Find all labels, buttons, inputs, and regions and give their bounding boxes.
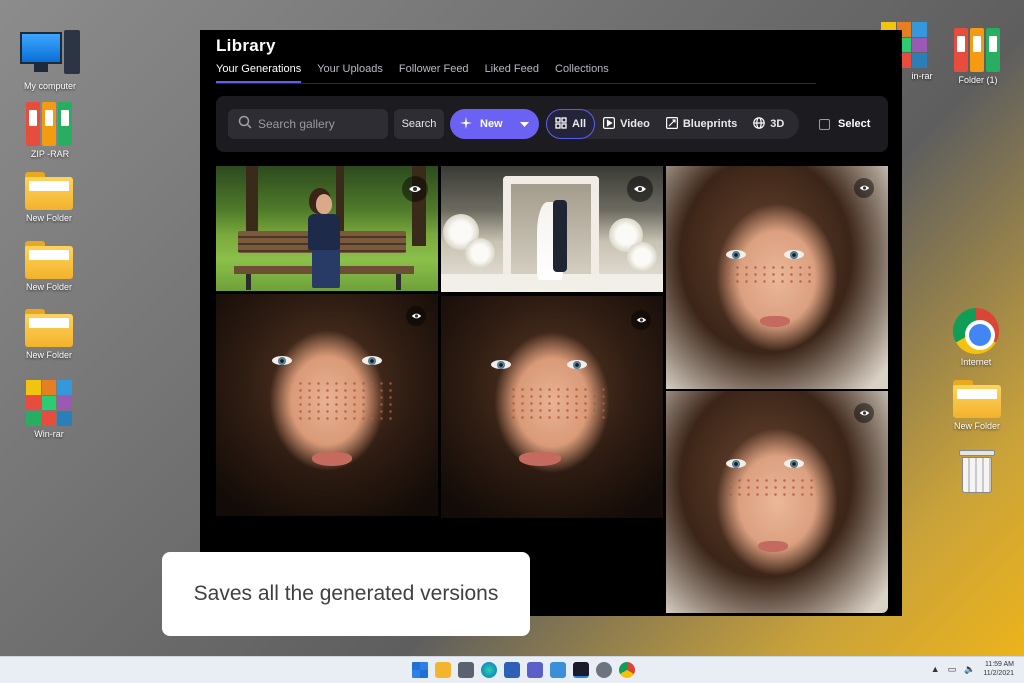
clock[interactable]: 11:59 AM 11/2/2021 [983,660,1014,678]
desktop-icon-new-folder-right[interactable]: New Folder [941,380,1013,431]
filter-video-label: Video [620,118,650,130]
desktop-icon-label: New Folder [25,350,72,360]
tabs-divider [216,83,816,84]
filter-3d-label: 3D [770,118,785,130]
taskbar: ▲ ▭ 🔈 11:59 AM 11/2/2021 [0,656,1024,683]
page-title: Library [216,36,276,55]
winrar-icon [26,380,72,426]
eye-icon[interactable] [631,310,651,330]
desktop-icon-zip-rar[interactable]: ZIP -RAR [14,102,86,159]
edge-icon[interactable] [481,662,497,678]
library-app-icon[interactable] [573,662,589,678]
eye-icon[interactable] [627,176,653,202]
eye-icon[interactable] [854,403,874,423]
volume-icon[interactable]: 🔈 [964,664,975,675]
eye-icon[interactable] [406,306,426,326]
library-tabs: Your Generations Your Uploads Follower F… [216,63,609,83]
tab-your-uploads[interactable]: Your Uploads [317,63,383,83]
search-box [228,109,388,139]
photos-icon[interactable] [550,662,566,678]
tab-follower-feed[interactable]: Follower Feed [399,63,469,83]
desktop-icon-label: ZIP -RAR [30,149,70,159]
eye-icon[interactable] [402,176,428,202]
desktop-icon-label: New Folder [25,282,72,292]
folder-icon [25,172,73,210]
tab-your-generations[interactable]: Your Generations [216,63,302,83]
folder-icon [25,241,73,279]
desktop-icon-my-computer[interactable]: My computer [14,28,86,91]
desktop-icon-folder-1[interactable]: Folder (1) [942,28,1014,85]
camera-icon[interactable] [458,662,474,678]
system-tray: ▲ ▭ 🔈 11:59 AM 11/2/2021 [931,660,1014,678]
gallery-image-portrait-1[interactable] [666,166,888,389]
new-button-label: New [480,118,503,130]
gallery-image-portrait-2[interactable] [216,294,438,516]
desktop-icon-label: Internet [960,357,992,367]
settings-gear-icon[interactable] [596,662,612,678]
gallery-toolbar: Search New All Video [216,96,888,152]
desktop-icon-label: Win-rar [34,429,64,439]
store-icon[interactable] [504,662,520,678]
trash-icon [959,448,995,494]
new-button[interactable]: New [450,109,539,139]
desktop-icon-win-rar[interactable]: Win-rar [13,380,85,439]
folder-icon [953,380,1001,418]
search-input[interactable] [258,117,378,131]
file-explorer-icon[interactable] [435,662,451,678]
filter-all[interactable]: All [546,109,596,139]
select-toggle[interactable]: Select [819,109,870,139]
archive-binders-icon [954,28,1002,72]
gallery-image-portrait-3[interactable] [441,296,663,518]
play-icon [603,116,616,132]
chrome-taskbar-icon[interactable] [619,662,635,678]
folder-icon [25,309,73,347]
desktop-icon-label: New Folder [25,213,72,223]
globe-icon [753,116,766,132]
clock-time: 11:59 AM [984,661,1014,668]
computer-icon [18,28,82,78]
filter-video[interactable]: Video [595,109,658,139]
clock-date: 11/2/2021 [983,670,1014,677]
search-button[interactable]: Search [394,109,444,139]
blueprint-icon [665,116,678,132]
filter-blueprints[interactable]: Blueprints [658,109,745,139]
caption-card: Saves all the generated versions [162,552,530,636]
tab-collections[interactable]: Collections [555,63,609,83]
desktop-icon-new-folder-2[interactable]: New Folder [13,241,85,292]
media-filter-group: All Video Blueprints 3D [546,109,799,139]
search-icon [238,115,252,134]
filter-blueprints-label: Blueprints [682,118,738,130]
chevron-down-icon[interactable] [520,119,529,131]
caption-text: Saves all the generated versions [193,582,499,605]
gallery-image-wedding[interactable] [441,166,663,292]
desktop-icon-internet[interactable]: Internet [940,308,1012,367]
desktop-icon-label: Folder (1) [958,75,998,85]
gallery-image-park-bench[interactable] [216,166,438,291]
desktop-icon-new-folder-1[interactable]: New Folder [13,172,85,223]
eye-icon[interactable] [854,178,874,198]
teams-icon[interactable] [527,662,543,678]
desktop-icon-new-folder-3[interactable]: New Folder [13,309,85,360]
filter-3d[interactable]: 3D [745,109,792,139]
gallery-image-portrait-4[interactable] [666,391,888,613]
network-icon[interactable]: ▭ [948,664,957,675]
windows-start-icon[interactable] [412,662,428,678]
library-window: Library Your Generations Your Uploads Fo… [200,30,902,616]
desktop-icon-label: New Folder [953,421,1000,431]
grid-icon [555,116,567,132]
select-checkbox[interactable] [819,118,830,130]
desktop-icon-label: My computer [23,81,76,91]
taskbar-apps [412,662,635,678]
chrome-icon [953,308,999,354]
sparkle-icon [460,116,472,132]
desktop-icon-recycle-bin[interactable] [941,448,1013,494]
select-label: Select [838,118,871,130]
filter-all-label: All [572,118,587,130]
chevron-up-icon[interactable]: ▲ [931,664,940,674]
archive-binders-icon [26,102,74,146]
tab-liked-feed[interactable]: Liked Feed [485,63,539,83]
